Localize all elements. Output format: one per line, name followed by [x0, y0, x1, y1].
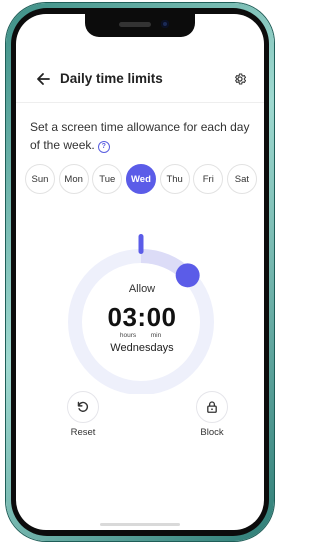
- phone-screen: Daily time limits Set a screen time allo…: [16, 14, 264, 530]
- allow-label: Allow: [128, 283, 156, 295]
- time-value: 03:00: [107, 302, 177, 332]
- day-sat[interactable]: Sat: [226, 164, 257, 194]
- reset-icon: [77, 401, 89, 412]
- day-fri[interactable]: Fri: [193, 164, 224, 194]
- time-units: hours min: [72, 332, 212, 339]
- description-text: Set a screen time allowance for each day…: [30, 120, 250, 152]
- back-button[interactable]: [32, 68, 54, 90]
- block-button[interactable]: Block: [187, 391, 237, 438]
- block-circle: [196, 391, 228, 423]
- day-thu[interactable]: Thu: [159, 164, 190, 194]
- description: Set a screen time allowance for each day…: [30, 118, 256, 154]
- reset-circle: [67, 391, 99, 423]
- selected-day-label: Wednesdays: [110, 342, 174, 354]
- speaker-grille: [119, 22, 151, 27]
- day-wed[interactable]: Wed: [125, 164, 156, 194]
- day-mon[interactable]: Mon: [58, 164, 89, 194]
- hours-unit: hours: [119, 332, 137, 339]
- reset-label: Reset: [70, 427, 96, 438]
- arrow-left-icon: [37, 73, 50, 85]
- day-tue[interactable]: Tue: [92, 164, 123, 194]
- lock-icon: [207, 401, 217, 413]
- day-selector: Sun Mon Tue Wed Thu Fri Sat: [25, 164, 257, 194]
- camera-icon: [161, 20, 169, 28]
- gear-icon: [235, 73, 247, 85]
- day-sun[interactable]: Sun: [25, 164, 55, 194]
- reset-button[interactable]: Reset: [58, 391, 108, 438]
- phone-frame: Daily time limits Set a screen time allo…: [6, 3, 274, 541]
- header-bar: Daily time limits: [16, 58, 264, 103]
- min-unit: min: [150, 332, 162, 339]
- dial-center: Allow 03:00 hours min Wednesdays: [72, 247, 212, 367]
- block-label: Block: [200, 427, 224, 438]
- question-icon[interactable]: ?: [97, 141, 110, 153]
- home-indicator: [100, 523, 180, 526]
- settings-button[interactable]: [230, 69, 250, 89]
- notch: [85, 14, 195, 37]
- page-title: Daily time limits: [60, 71, 163, 86]
